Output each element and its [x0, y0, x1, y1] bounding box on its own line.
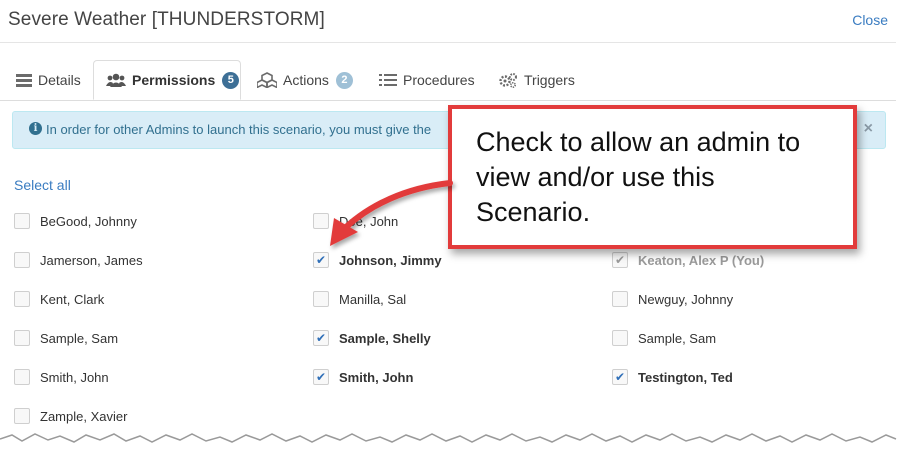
arrow-icon — [330, 180, 453, 246]
callout-arrow — [330, 180, 453, 246]
